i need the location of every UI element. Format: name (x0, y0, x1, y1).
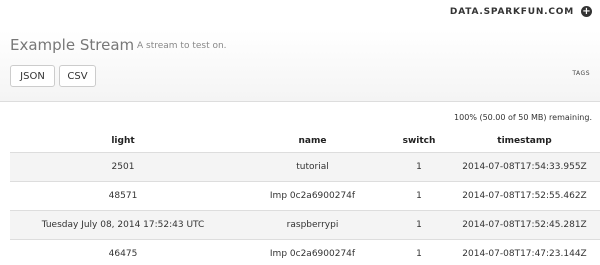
stream-header: Example Stream A stream to test on. JSON… (0, 30, 600, 102)
cell-timestamp: 2014-07-08T17:52:55.462Z (449, 181, 600, 211)
cell-switch: 1 (389, 152, 449, 182)
cell-name: raspberrypi (236, 210, 389, 240)
cell-light: 46475 (10, 239, 236, 265)
table-row: 2501 tutorial 1 2014-07-08T17:54:33.955Z (10, 152, 600, 182)
cell-timestamp: 2014-07-08T17:54:33.955Z (449, 152, 600, 182)
column-header-name: name (298, 136, 327, 146)
cell-timestamp: 2014-07-08T17:52:45.281Z (449, 210, 600, 240)
export-json-button[interactable]: JSON (10, 65, 55, 87)
cell-switch: 1 (389, 239, 449, 265)
table-row: 46475 Imp 0c2a6900274f 1 2014-07-08T17:4… (10, 239, 600, 265)
table-row: 48571 Imp 0c2a6900274f 1 2014-07-08T17:5… (10, 181, 600, 211)
top-bar: DATA.SPARKFUN.COM + (0, 0, 600, 30)
cell-name: Imp 0c2a6900274f (236, 181, 389, 211)
site-brand-link[interactable]: DATA.SPARKFUN.COM (450, 7, 574, 17)
table-row: Tuesday July 08, 2014 17:52:43 UTC raspb… (10, 210, 600, 240)
cell-timestamp: 2014-07-08T17:47:23.144Z (449, 239, 600, 265)
cell-name: Imp 0c2a6900274f (236, 239, 389, 265)
cell-light: Tuesday July 08, 2014 17:52:43 UTC (10, 210, 236, 240)
stream-description: A stream to test on. (137, 41, 227, 51)
page: DATA.SPARKFUN.COM + Example Stream A str… (0, 0, 600, 265)
storage-remaining-text: 100% (50.00 of 50 MB) remaining. (454, 113, 592, 122)
plus-circle-icon[interactable]: + (581, 6, 592, 17)
column-header-timestamp: timestamp (497, 136, 552, 146)
export-csv-button[interactable]: CSV (59, 65, 96, 87)
stream-data-table: light name switch timestamp 2501 tutoria… (10, 130, 600, 265)
cell-switch: 1 (389, 210, 449, 240)
cell-light: 48571 (10, 181, 236, 211)
cell-name: tutorial (236, 152, 389, 182)
column-header-switch: switch (402, 136, 436, 146)
table-header-row: light name switch timestamp (10, 130, 600, 153)
cell-switch: 1 (389, 181, 449, 211)
cell-light: 2501 (10, 152, 236, 182)
column-header-light: light (111, 136, 135, 146)
tags-link[interactable]: TAGS (572, 70, 590, 77)
stream-title: Example Stream (10, 36, 135, 54)
